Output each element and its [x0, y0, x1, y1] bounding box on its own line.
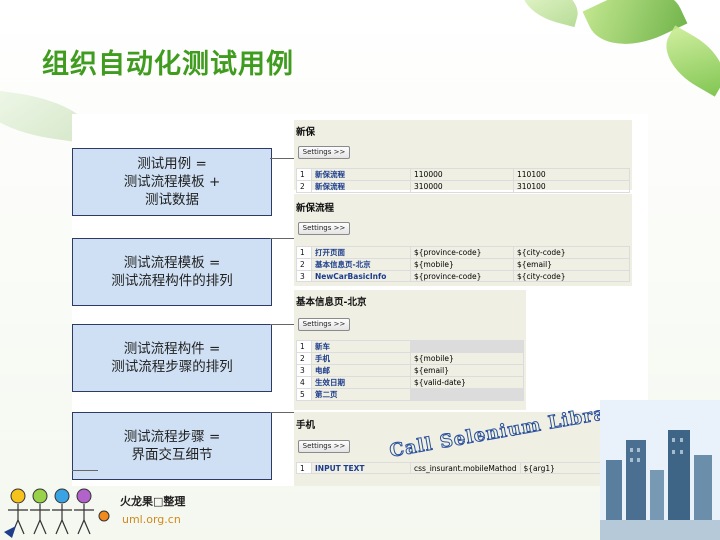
table-row: 3 NewCarBasicInfo ${province-code} ${cit…	[296, 270, 630, 282]
keyword-cell[interactable]: 生效日期	[311, 376, 411, 389]
table-row: 2 基本信息页-北京 ${mobile} ${email}	[296, 258, 630, 271]
table-row: 2 手机 ${mobile}	[296, 352, 524, 365]
leaf-decoration	[654, 25, 720, 97]
arg-cell[interactable]: 110100	[513, 168, 630, 181]
settings-button[interactable]: Settings >>	[298, 222, 350, 235]
keyword-cell[interactable]: 手机	[311, 352, 411, 365]
row-number: 1	[296, 340, 312, 353]
data-table: 1 INPUT TEXT css_insurant.mobileMathod $…	[296, 462, 630, 474]
table-row: 1 新车	[296, 340, 524, 353]
section-title: 手机	[296, 420, 316, 431]
keyword-cell[interactable]: INPUT TEXT	[311, 462, 411, 474]
concept-box-test-case: 测试用例 = 测试流程模板 + 测试数据	[72, 148, 272, 216]
arg-cell[interactable]	[410, 340, 524, 353]
keyword-cell[interactable]: 新车	[311, 340, 411, 353]
table-row: 1 新保流程 110000 110100	[296, 168, 630, 181]
connector-line	[270, 324, 296, 325]
table-row: 5 第二页	[296, 388, 524, 401]
arg-cell[interactable]: ${province-code}	[410, 246, 514, 259]
footer-url[interactable]: uml.org.cn	[122, 513, 181, 526]
table-row: 2 新保流程 310000 310100	[296, 180, 630, 193]
table-row: 1 INPUT TEXT css_insurant.mobileMathod $…	[296, 462, 630, 474]
box-line: 测试流程步骤的排列	[111, 359, 233, 375]
box-line: 测试流程模板 =	[123, 255, 221, 271]
table-row: 1 打开页面 ${province-code} ${city-code}	[296, 246, 630, 259]
row-number: 1	[296, 246, 312, 259]
arg-cell[interactable]: ${mobile}	[410, 258, 514, 271]
section-title: 基本信息页-北京	[296, 297, 367, 308]
table-row: 4 生效日期 ${valid-date}	[296, 376, 524, 389]
row-number: 2	[296, 258, 312, 271]
arg-cell[interactable]: ${valid-date}	[410, 376, 524, 389]
settings-button[interactable]: Settings >>	[298, 440, 350, 453]
box-line: 测试数据	[145, 192, 199, 208]
footer-name: 火龙果□整理	[120, 495, 186, 508]
connector-line	[72, 470, 98, 471]
arg-cell[interactable]: css_insurant.mobileMathod	[410, 462, 521, 474]
connector-line	[270, 412, 296, 413]
box-line: 测试流程构件 =	[123, 341, 221, 357]
city-skyline-image	[600, 400, 720, 540]
row-number: 5	[296, 388, 312, 401]
settings-button[interactable]: Settings >>	[298, 146, 350, 159]
box-line: 测试用例 =	[137, 156, 207, 172]
row-number: 2	[296, 180, 312, 193]
box-line: 测试流程步骤 =	[123, 429, 221, 445]
table-row: 3 电邮 ${email}	[296, 364, 524, 377]
connector-line	[270, 238, 296, 239]
settings-button[interactable]: Settings >>	[298, 318, 350, 331]
concept-box-flow-template: 测试流程模板 = 测试流程构件的排列	[72, 238, 272, 306]
data-table: 1 新保流程 110000 110100 2 新保流程 310000 31010…	[296, 168, 630, 193]
keyword-cell[interactable]: 第二页	[311, 388, 411, 401]
keyword-cell[interactable]: 新保流程	[311, 168, 411, 181]
stick-figures-logo	[4, 488, 110, 538]
slide-title: 组织自动化测试用例	[42, 49, 294, 80]
row-number: 2	[296, 352, 312, 365]
row-number: 3	[296, 270, 312, 282]
arg-cell[interactable]: 310100	[513, 180, 630, 193]
leaf-decoration	[516, 0, 584, 28]
arg-cell[interactable]: ${email}	[410, 364, 524, 377]
section-title: 新保	[296, 127, 316, 138]
arg-cell[interactable]: 310000	[410, 180, 514, 193]
section-title: 新保流程	[296, 203, 335, 214]
concept-box-flow-step: 测试流程步骤 = 界面交互细节	[72, 412, 272, 480]
keyword-cell[interactable]: 电邮	[311, 364, 411, 377]
connector-line	[270, 158, 296, 159]
concept-box-flow-component: 测试流程构件 = 测试流程步骤的排列	[72, 324, 272, 392]
row-number: 3	[296, 364, 312, 377]
keyword-cell[interactable]: 新保流程	[311, 180, 411, 193]
row-number: 4	[296, 376, 312, 389]
keyword-cell[interactable]: 打开页面	[311, 246, 411, 259]
arg-cell[interactable]: ${city-code}	[513, 246, 630, 259]
row-number: 1	[296, 168, 312, 181]
arg-cell[interactable]	[410, 388, 524, 401]
box-line: 测试流程构件的排列	[111, 273, 233, 289]
arg-cell[interactable]: ${mobile}	[410, 352, 524, 365]
row-number: 1	[296, 462, 312, 474]
arg-cell[interactable]: ${email}	[513, 258, 630, 271]
data-table: 1 打开页面 ${province-code} ${city-code} 2 基…	[296, 246, 630, 282]
data-table: 1 新车 2 手机 ${mobile} 3 电邮 ${email} 4 生效日期…	[296, 340, 524, 401]
arg-cell[interactable]: ${city-code}	[513, 270, 630, 282]
arg-cell[interactable]: ${province-code}	[410, 270, 514, 282]
arg-cell[interactable]: 110000	[410, 168, 514, 181]
keyword-cell[interactable]: NewCarBasicInfo	[311, 270, 411, 282]
box-line: 界面交互细节	[131, 447, 213, 463]
box-line: 测试流程模板 +	[123, 174, 221, 190]
keyword-cell[interactable]: 基本信息页-北京	[311, 258, 411, 271]
